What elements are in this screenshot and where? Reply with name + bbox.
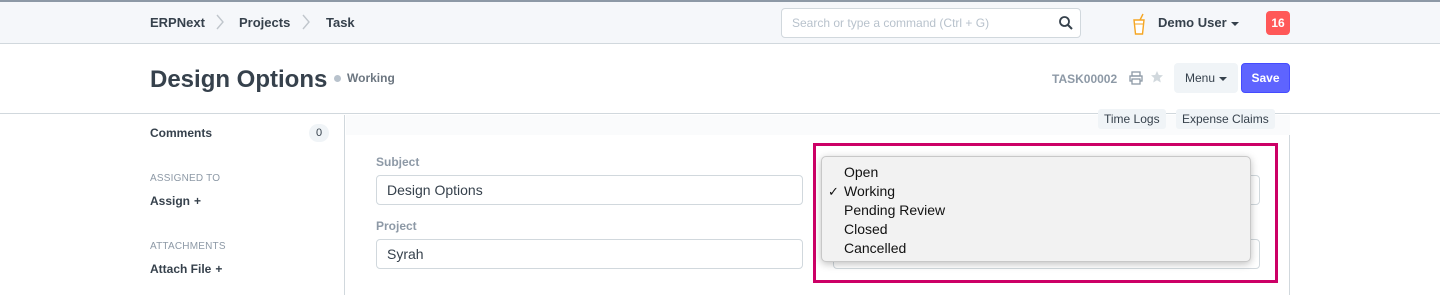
dropdown-option-open[interactable]: Open [822,163,1250,182]
option-label: Pending Review [844,202,946,218]
chevron-right-icon [302,14,310,30]
caret-down-icon [1230,21,1239,26]
drink-cup-icon [1133,13,1145,35]
option-label: Working [844,183,896,199]
caret-down-icon [1219,76,1228,81]
plus-icon: + [194,194,202,208]
expense-claims-link[interactable]: Expense Claims [1176,109,1275,129]
notification-badge[interactable]: 16 [1266,11,1290,35]
subject-field[interactable] [376,175,803,205]
assign-label: Assign [150,194,191,208]
dropdown-option-cancelled[interactable]: Cancelled [822,239,1250,258]
status-dropdown[interactable]: Open ✓ Working Pending Review Closed Canc… [821,156,1251,262]
attach-file-link[interactable]: Attach File + [150,262,222,276]
user-name-label: Demo User [1158,15,1227,30]
dropdown-option-closed[interactable]: Closed [822,220,1250,239]
option-label: Closed [844,221,888,237]
assigned-to-heading: ASSIGNED TO [150,173,221,184]
document-id: TASK00002 [1052,72,1118,86]
user-menu[interactable]: Demo User [1158,15,1239,30]
search-input[interactable] [792,15,1052,31]
page-head: Design Options Working TASK00002 Menu Sa… [0,44,1440,114]
dropdown-option-pending-review[interactable]: Pending Review [822,201,1250,220]
save-button[interactable]: Save [1241,63,1290,93]
project-field[interactable] [376,239,803,269]
menu-label: Menu [1184,71,1216,85]
breadcrumb-task[interactable]: Task [326,15,355,30]
print-icon[interactable] [1129,71,1143,85]
attachments-heading: ATTACHMENTS [150,241,226,252]
option-label: Cancelled [844,240,907,256]
comments-count-badge: 0 [309,124,329,142]
navbar: ERPNext Projects Task Demo User 16 [0,2,1440,44]
subject-label: Subject [376,155,420,169]
time-logs-link[interactable]: Time Logs [1098,109,1166,129]
assign-link[interactable]: Assign + [150,194,201,208]
breadcrumb-projects[interactable]: Projects [239,15,290,30]
option-label: Open [844,164,879,180]
menu-button[interactable]: Menu [1174,63,1238,93]
form-sidebar: Comments 0 ASSIGNED TO Assign + ATTACHMEN… [0,115,345,295]
plus-icon: + [215,262,223,276]
status-dot-icon [334,75,341,82]
attach-file-label: Attach File [150,262,212,276]
checkmark-icon: ✓ [828,184,839,199]
status-indicator: Working [347,71,395,85]
comments-label[interactable]: Comments [150,126,212,140]
breadcrumb-erpnext[interactable]: ERPNext [150,15,205,30]
project-label: Project [376,219,417,233]
search-box[interactable] [781,8,1081,38]
search-icon[interactable] [1058,15,1074,31]
star-icon[interactable] [1150,70,1164,84]
dropdown-option-working[interactable]: ✓ Working [822,182,1250,201]
page-title: Design Options [150,66,328,93]
chevron-right-icon [216,14,224,30]
